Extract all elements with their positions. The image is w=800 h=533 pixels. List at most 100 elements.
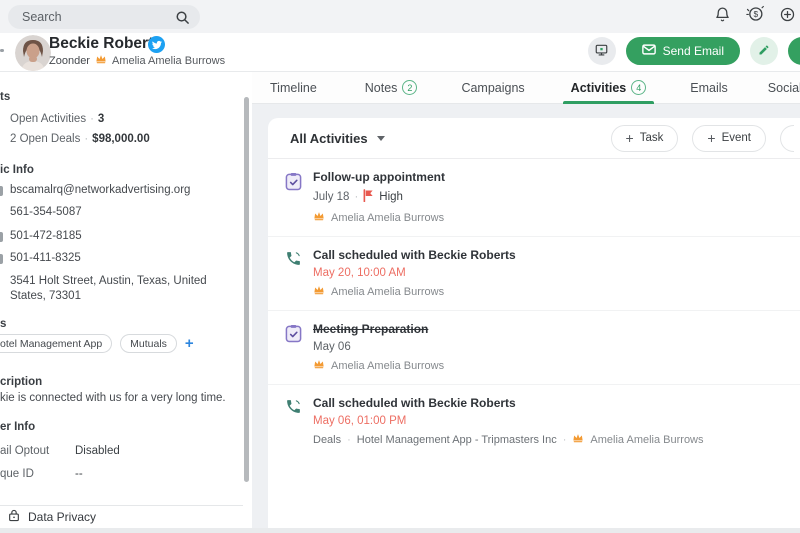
email-optout-label: ail Optout [0,445,50,457]
email-icon [0,186,3,196]
tab-timeline[interactable]: Timeline [268,72,319,104]
tag-chip[interactable]: otel Management App [0,334,113,353]
description-text: kie is connected with us for a very long… [0,392,226,404]
open-activities-row[interactable]: Open Activities · 3 [10,113,104,125]
activity-owner: Amelia Amelia Burrows [590,433,704,446]
notifications-bell-icon[interactable] [714,6,731,28]
activity-owner: Amelia Amelia Burrows [331,285,445,298]
open-deals-label: 2 Open Deals [10,133,81,145]
contact-company: Zoonder [49,54,90,67]
tags-row: otel Management App Mutuals + [0,334,194,353]
data-privacy-label: Data Privacy [28,510,97,524]
related-record-link[interactable]: Hotel Management App - Tripmasters Inc [357,434,557,446]
activity-row[interactable]: Call scheduled with Beckie Roberts May 2… [268,237,800,311]
activity-row[interactable]: Meeting Preparation May 06 Amelia Amelia… [268,311,800,385]
priority-flag-icon [363,189,374,205]
tab-label: Timeline [270,80,317,95]
contact-avatar[interactable] [15,35,51,71]
unique-id-value: -- [75,468,83,480]
tab-social[interactable]: Social [766,72,800,104]
tab-emails[interactable]: Emails [688,72,730,104]
activities-filter-dropdown[interactable]: All Activities [290,131,385,146]
phone-value[interactable]: 501-472-8185 [10,230,82,242]
tab-count-badge: 2 [402,80,418,95]
add-event-button[interactable]: + Event [692,124,766,152]
tab-notes[interactable]: Notes 2 [363,72,420,104]
monitor-icon [594,43,609,60]
activity-title[interactable]: Follow-up appointment [313,170,445,184]
envelope-icon [641,44,656,58]
search-input[interactable] [22,5,172,29]
email-optout-value: Disabled [75,445,120,457]
sidebar-scrollbar[interactable] [244,97,249,482]
tag-chip[interactable]: Mutuals [120,334,177,353]
add-record-button[interactable] [788,37,800,65]
add-event-label: Event [721,132,751,144]
activity-title[interactable]: Meeting Preparation [313,322,444,336]
activity-datetime: May 20, 10:00 AM [313,267,406,279]
tab-label: Campaigns [461,80,525,95]
activity-row[interactable]: Follow-up appointment July 18 · High Ame… [268,159,800,237]
lock-icon [8,509,20,525]
add-call-button[interactable] [780,124,794,152]
address-value: 3541 Holt Street, Austin, Texas, United … [10,275,207,302]
activities-card: All Activities + Task + Event Follow-up … [268,118,800,533]
activity-row[interactable]: Call scheduled with Beckie Roberts May 0… [268,385,800,458]
collapse-panel-icon[interactable] [0,49,4,52]
owner-crown-icon [313,359,325,372]
activity-owner: Amelia Amelia Burrows [331,359,445,372]
global-search[interactable] [8,5,200,29]
main-panel: All Activities + Task + Event Follow-up … [252,104,800,533]
activity-date: May 06 [313,341,351,353]
plus-icon: + [625,130,634,146]
tab-label: Notes [364,80,398,95]
highlights-section-header: ts [0,91,11,103]
pencil-icon [758,44,770,59]
unique-id-row: que ID -- [0,468,83,480]
chevron-down-icon [376,135,385,141]
activity-owner: Amelia Amelia Burrows [331,211,445,224]
send-email-button[interactable]: Send Email [625,37,740,65]
quick-add-icon[interactable] [779,6,796,28]
data-privacy-link[interactable]: Data Privacy [0,505,243,528]
tab-activities[interactable]: Activities 4 [562,72,654,104]
top-bar: $ [0,0,800,33]
open-activities-label: Open Activities [10,113,87,125]
horizontal-scrollbar-track[interactable] [0,528,800,533]
tags-section-header: s [0,318,7,330]
mobile-value[interactable]: 501-411-8325 [10,252,81,264]
contact-owner: Amelia Amelia Burrows [111,54,226,67]
activity-date: July 18 [313,191,350,203]
open-deals-row[interactable]: 2 Open Deals · $98,000.00 [10,133,150,145]
open-deals-value: $98,000.00 [92,133,150,145]
owner-crown-icon [572,433,584,446]
edit-button[interactable] [750,37,778,65]
tab-label: Emails [690,80,728,95]
email-value[interactable]: bscamalrq@networkadvertising.org [10,184,190,196]
tab-label: Activities [570,80,627,95]
subscription-coin-icon[interactable]: $ [745,4,765,29]
tab-campaigns[interactable]: Campaigns [459,72,526,104]
description-section-header: cription [0,376,43,388]
contact-header: Beckie Roberts Zoonder Amelia Amelia Bur… [0,33,800,72]
svg-text:$: $ [754,9,759,19]
activity-title[interactable]: Call scheduled with Beckie Roberts [313,248,516,262]
filter-label: All Activities [290,130,368,146]
phone-value[interactable]: 561-354-5087 [10,206,82,218]
activity-title[interactable]: Call scheduled with Beckie Roberts [313,396,704,410]
record-tabs: Timeline Notes 2 Campaigns Activities 4 Em… [252,72,800,104]
call-icon [285,396,305,446]
contact-name: Beckie Roberts [49,35,162,52]
add-task-button[interactable]: + Task [610,124,679,152]
add-tag-icon[interactable]: + [185,335,194,352]
task-icon [285,170,305,224]
activities-header: All Activities + Task + Event [268,118,800,159]
search-icon[interactable] [175,10,190,30]
unique-id-label: que ID [0,468,34,480]
tab-label: Social [767,80,800,95]
owner-crown-icon [313,211,325,224]
activity-datetime: May 06, 01:00 PM [313,415,407,427]
twitter-icon[interactable] [148,36,165,53]
presentation-button[interactable] [587,37,616,65]
tab-count-badge: 4 [631,80,647,95]
